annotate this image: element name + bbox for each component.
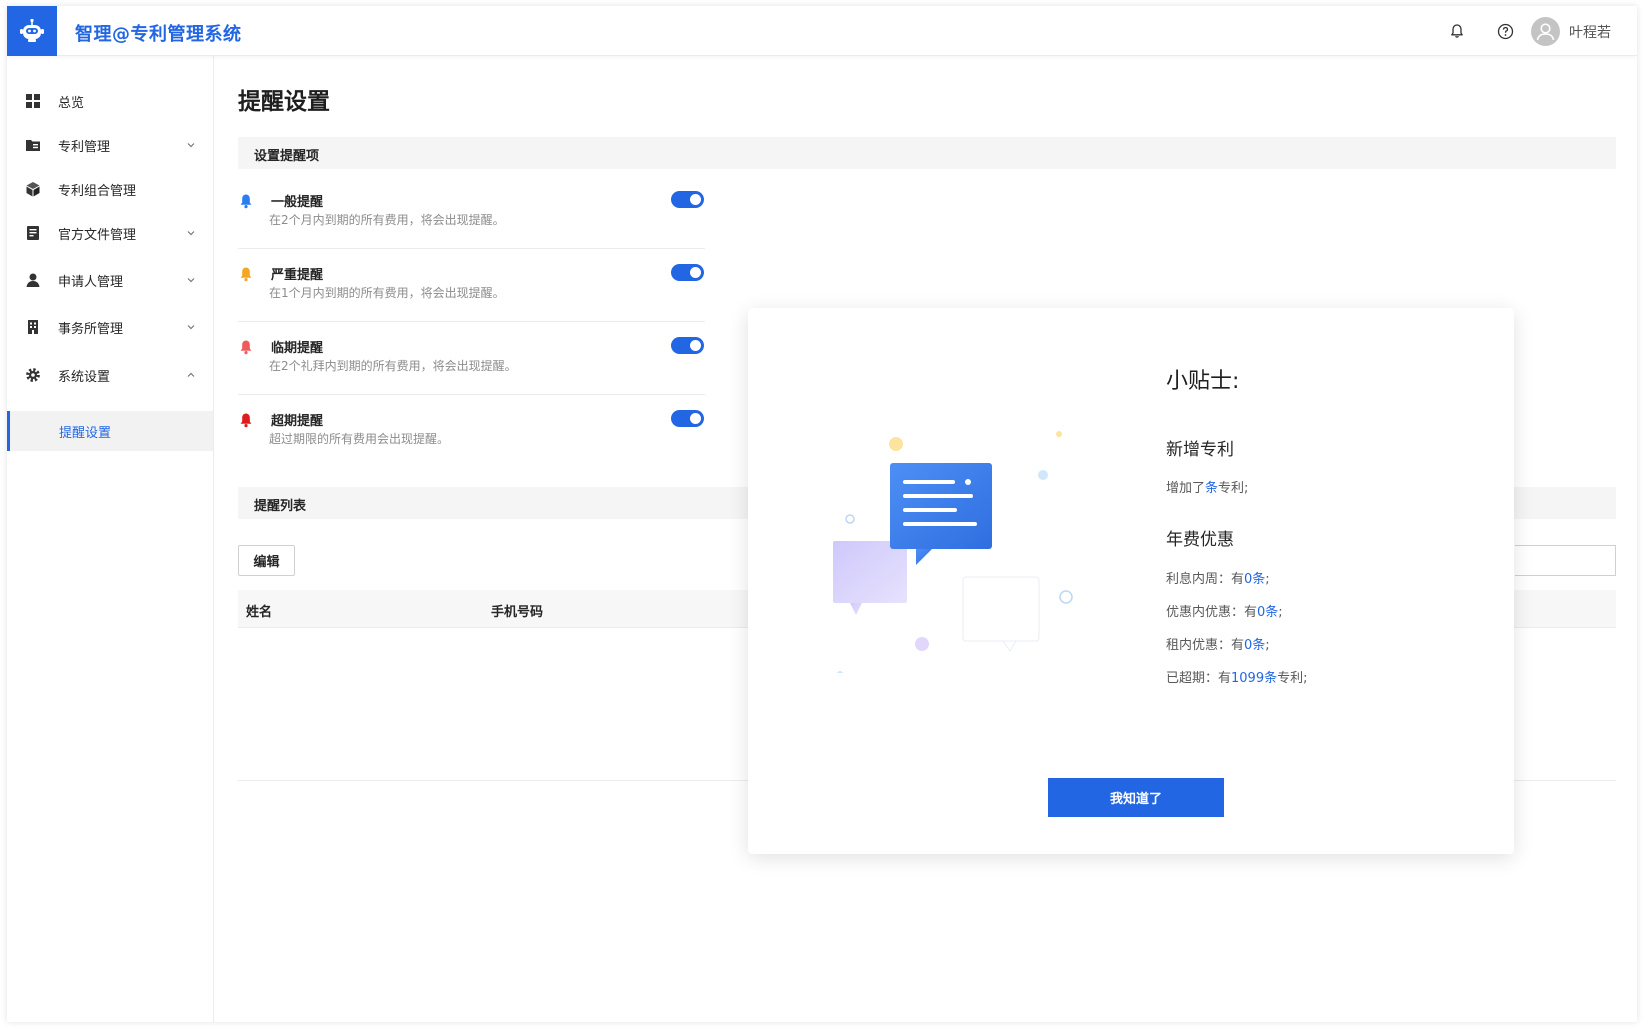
- section-title: 设置提醒项: [254, 149, 320, 164]
- reminder-item-general: 一般提醒 在2个月内到期的所有费用，将会出现提醒。: [238, 177, 705, 249]
- acknowledge-button[interactable]: 我知道了: [1048, 778, 1224, 817]
- fee-count-link[interactable]: 0条: [1257, 605, 1278, 620]
- bell-icon: [240, 340, 252, 355]
- new-patent-count[interactable]: 条: [1205, 481, 1218, 496]
- user-avatar-icon[interactable]: [1531, 17, 1560, 46]
- reminder-item-approaching: 临期提醒 在2个礼拜内到期的所有费用，将会出现提醒。: [238, 323, 705, 395]
- top-header: 智理@专利管理系统 叶程若: [7, 6, 1637, 56]
- sidebar-item-label: 官方文件管理: [58, 227, 137, 243]
- reminder-item-overdue: 超期提醒 超过期限的所有费用会出现提醒。: [238, 396, 705, 468]
- sidebar-item-official-docs[interactable]: 官方文件管理: [7, 213, 213, 253]
- app-window: 智理@专利管理系统 叶程若 总览 专利管理 专利组合管理 官方文件管理 申请人管…: [7, 6, 1637, 1022]
- bell-icon: [240, 267, 252, 282]
- cube-icon: [24, 180, 42, 198]
- fee-discount-heading: 年费优惠: [1166, 530, 1234, 550]
- sidebar-item-firms[interactable]: 事务所管理: [7, 307, 213, 347]
- search-input[interactable]: [1515, 545, 1616, 576]
- new-patent-heading: 新增专利: [1166, 440, 1234, 460]
- fee-line: 已超期：有1099条专利;: [1166, 671, 1308, 686]
- edit-button[interactable]: 编辑: [238, 545, 295, 576]
- app-title: 智理@专利管理系统: [75, 24, 242, 45]
- fee-count-link[interactable]: 0条: [1244, 572, 1265, 587]
- settings-section-header: 设置提醒项: [238, 137, 1616, 169]
- fee-count-link[interactable]: 0条: [1244, 638, 1265, 653]
- tips-dialog: 小贴士: 新增专利 增加了条专利; 年费优惠 利息内周：有0条; 优惠内优惠：有…: [748, 308, 1514, 854]
- person-icon: [24, 271, 42, 289]
- sidebar-item-label: 专利组合管理: [58, 183, 137, 199]
- sidebar-item-settings[interactable]: 系统设置: [7, 355, 213, 395]
- chevron-down-icon: [185, 321, 197, 333]
- building-icon: [24, 318, 42, 336]
- new-patent-line: 增加了条专利;: [1166, 481, 1249, 496]
- chevron-down-icon: [185, 139, 197, 151]
- sidebar-item-portfolio[interactable]: 专利组合管理: [7, 169, 213, 209]
- fee-line: 优惠内优惠：有0条;: [1166, 605, 1283, 620]
- sidebar-item-label: 系统设置: [58, 369, 111, 385]
- dashboard-icon: [24, 92, 42, 110]
- chevron-down-icon: [185, 227, 197, 239]
- column-header-name: 姓名: [246, 605, 273, 620]
- help-icon[interactable]: [1495, 21, 1515, 41]
- reminder-title: 超期提醒: [271, 414, 324, 429]
- folder-icon: [24, 136, 42, 154]
- sidebar-subitem-label: 提醒设置: [59, 426, 112, 441]
- fee-line: 租内优惠：有0条;: [1166, 638, 1270, 653]
- reminder-toggle[interactable]: [671, 191, 704, 208]
- reminder-toggle[interactable]: [671, 337, 704, 354]
- reminder-title: 严重提醒: [271, 268, 324, 283]
- sidebar-item-label: 申请人管理: [58, 274, 124, 290]
- page-title: 提醒设置: [238, 89, 330, 115]
- reminder-title: 临期提醒: [271, 341, 324, 356]
- fee-count-link[interactable]: 1099条: [1231, 671, 1277, 686]
- reminder-item-serious: 严重提醒 在1个月内到期的所有费用，将会出现提醒。: [238, 250, 705, 322]
- bell-icon[interactable]: [1447, 21, 1467, 41]
- sidebar-item-overview[interactable]: 总览: [7, 81, 213, 121]
- fee-line: 利息内周：有0条;: [1166, 572, 1270, 587]
- chat-bubbles-illustration: [833, 431, 1073, 673]
- sidebar-item-applicants[interactable]: 申请人管理: [7, 260, 213, 300]
- reminder-title: 一般提醒: [271, 195, 324, 210]
- tips-title: 小贴士:: [1166, 369, 1240, 394]
- sidebar-subitem-reminder-settings[interactable]: 提醒设置: [7, 411, 213, 451]
- gear-icon: [24, 366, 42, 384]
- user-name[interactable]: 叶程若: [1569, 22, 1611, 42]
- bell-icon: [240, 194, 252, 209]
- sidebar-item-label: 事务所管理: [58, 321, 124, 337]
- sidebar-item-label: 专利管理: [58, 139, 111, 155]
- sidebar-item-label: 总览: [58, 95, 85, 111]
- robot-logo-icon[interactable]: [7, 6, 57, 56]
- sidebar: 总览 专利管理 专利组合管理 官方文件管理 申请人管理 事务所管理 系统设置 提…: [7, 56, 214, 1022]
- reminder-toggle[interactable]: [671, 264, 704, 281]
- reminder-desc: 在1个月内到期的所有费用，将会出现提醒。: [269, 286, 505, 300]
- bell-icon: [240, 413, 252, 428]
- reminder-toggle[interactable]: [671, 410, 704, 427]
- reminder-desc: 在2个礼拜内到期的所有费用，将会出现提醒。: [269, 359, 517, 373]
- chevron-up-icon: [185, 369, 197, 381]
- reminder-desc: 超过期限的所有费用会出现提醒。: [269, 432, 450, 446]
- section-title: 提醒列表: [254, 499, 307, 514]
- document-icon: [24, 224, 42, 242]
- column-header-phone: 手机号码: [491, 605, 544, 620]
- sidebar-item-patents[interactable]: 专利管理: [7, 125, 213, 165]
- chevron-down-icon: [185, 274, 197, 286]
- reminder-desc: 在2个月内到期的所有费用，将会出现提醒。: [269, 213, 505, 227]
